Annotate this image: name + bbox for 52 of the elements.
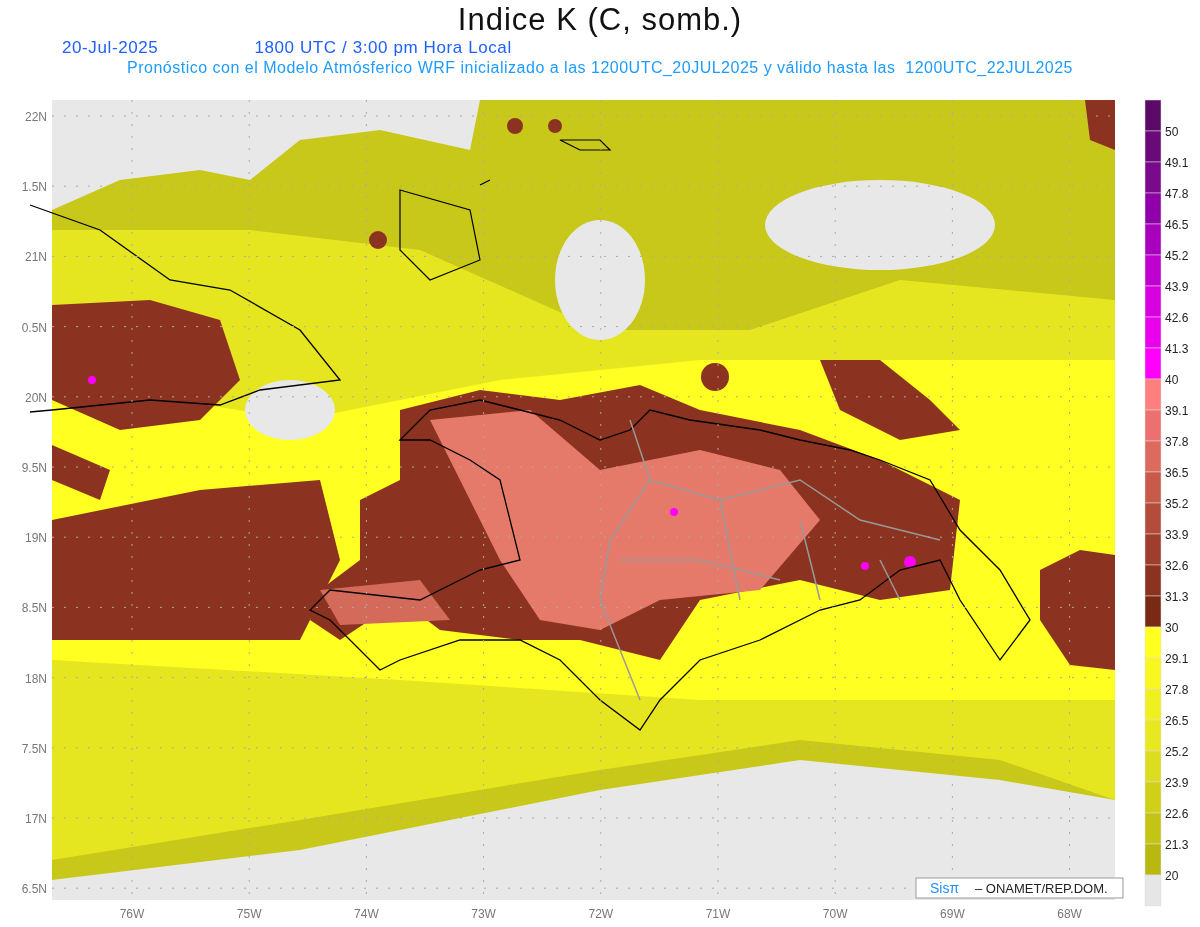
colorbar-label: 40: [1165, 373, 1179, 387]
colorbar-label: 46.5: [1165, 218, 1189, 232]
longitude-label: 72W: [588, 907, 614, 921]
credit-logo: Sisπ: [930, 880, 960, 896]
forecast-description: Pronóstico con el Modelo Atmósferico WRF inicializado a las 1200UTC_20JUL2025 y válido hasta las 1200UTC_22JUL2025: [127, 58, 1073, 78]
latitude-label: 0.5N: [21, 320, 47, 335]
longitude-label: 75W: [236, 907, 262, 921]
colorbar-label: 37.8: [1165, 435, 1189, 449]
forecast-time: 1800 UTC / 3:00 pm Hora Local: [254, 38, 512, 58]
colorbar-label: 49.1: [1165, 156, 1189, 170]
colorbar-label: 36.5: [1165, 466, 1189, 480]
latitude-label: 22N: [25, 110, 47, 124]
colorbar-label: 29.1: [1165, 652, 1189, 666]
colorbar-label: 22.6: [1165, 807, 1189, 821]
longitude-label: 76W: [119, 907, 145, 921]
colorbar-label: 26.5: [1165, 714, 1189, 728]
colorbar-label: 41.3: [1165, 342, 1189, 356]
colorbar-label: 21.3: [1165, 838, 1189, 852]
longitude-label: 69W: [940, 907, 965, 921]
colorbar-label: 50: [1165, 125, 1179, 139]
credit-text: – ONAMET/REP.DOM.: [975, 881, 1108, 896]
latitude-label: 21N: [25, 250, 47, 265]
colorbar-label: 31.3: [1165, 590, 1189, 604]
latitude-label: 17N: [25, 812, 47, 826]
colorbar-label: 45.2: [1165, 249, 1189, 263]
longitude-label: 74W: [354, 907, 379, 921]
latitude-label: 19N: [25, 531, 47, 546]
colorbar-label: 35.2: [1165, 497, 1189, 511]
colorbar-label: 33.9: [1165, 528, 1189, 542]
latitude-label: 8.5N: [21, 601, 47, 616]
colorbar-label: 32.6: [1165, 559, 1189, 573]
colorbar-label: 43.9: [1165, 280, 1189, 294]
latitude-label: 18N: [25, 671, 47, 686]
colorbar-label: 20: [1165, 869, 1179, 883]
longitude-label: 73W: [471, 907, 496, 921]
latitude-label: 6.5N: [21, 882, 47, 897]
colorbar-label: 47.8: [1165, 187, 1189, 201]
colorbar-label: 23.9: [1165, 776, 1189, 790]
colorbar-label: 30: [1165, 621, 1179, 635]
latitude-label: 7.5N: [21, 741, 47, 756]
colorbar-label: 27.8: [1165, 683, 1189, 697]
longitude-label: 68W: [1057, 907, 1082, 921]
colorbar-label: 42.6: [1165, 311, 1189, 325]
longitude-label: 70W: [822, 907, 848, 921]
colorbar-label: 25.2: [1165, 745, 1189, 759]
map-title: Indice K (C, somb.): [457, 2, 743, 38]
latitude-label: 20N: [25, 390, 47, 405]
longitude-label: 71W: [705, 907, 731, 921]
latitude-label: 9.5N: [21, 461, 47, 475]
colorbar-label: 39.1: [1165, 404, 1189, 418]
latitude-label: 1.5N: [21, 180, 47, 195]
forecast-date: 20-Jul-2025: [62, 38, 159, 58]
